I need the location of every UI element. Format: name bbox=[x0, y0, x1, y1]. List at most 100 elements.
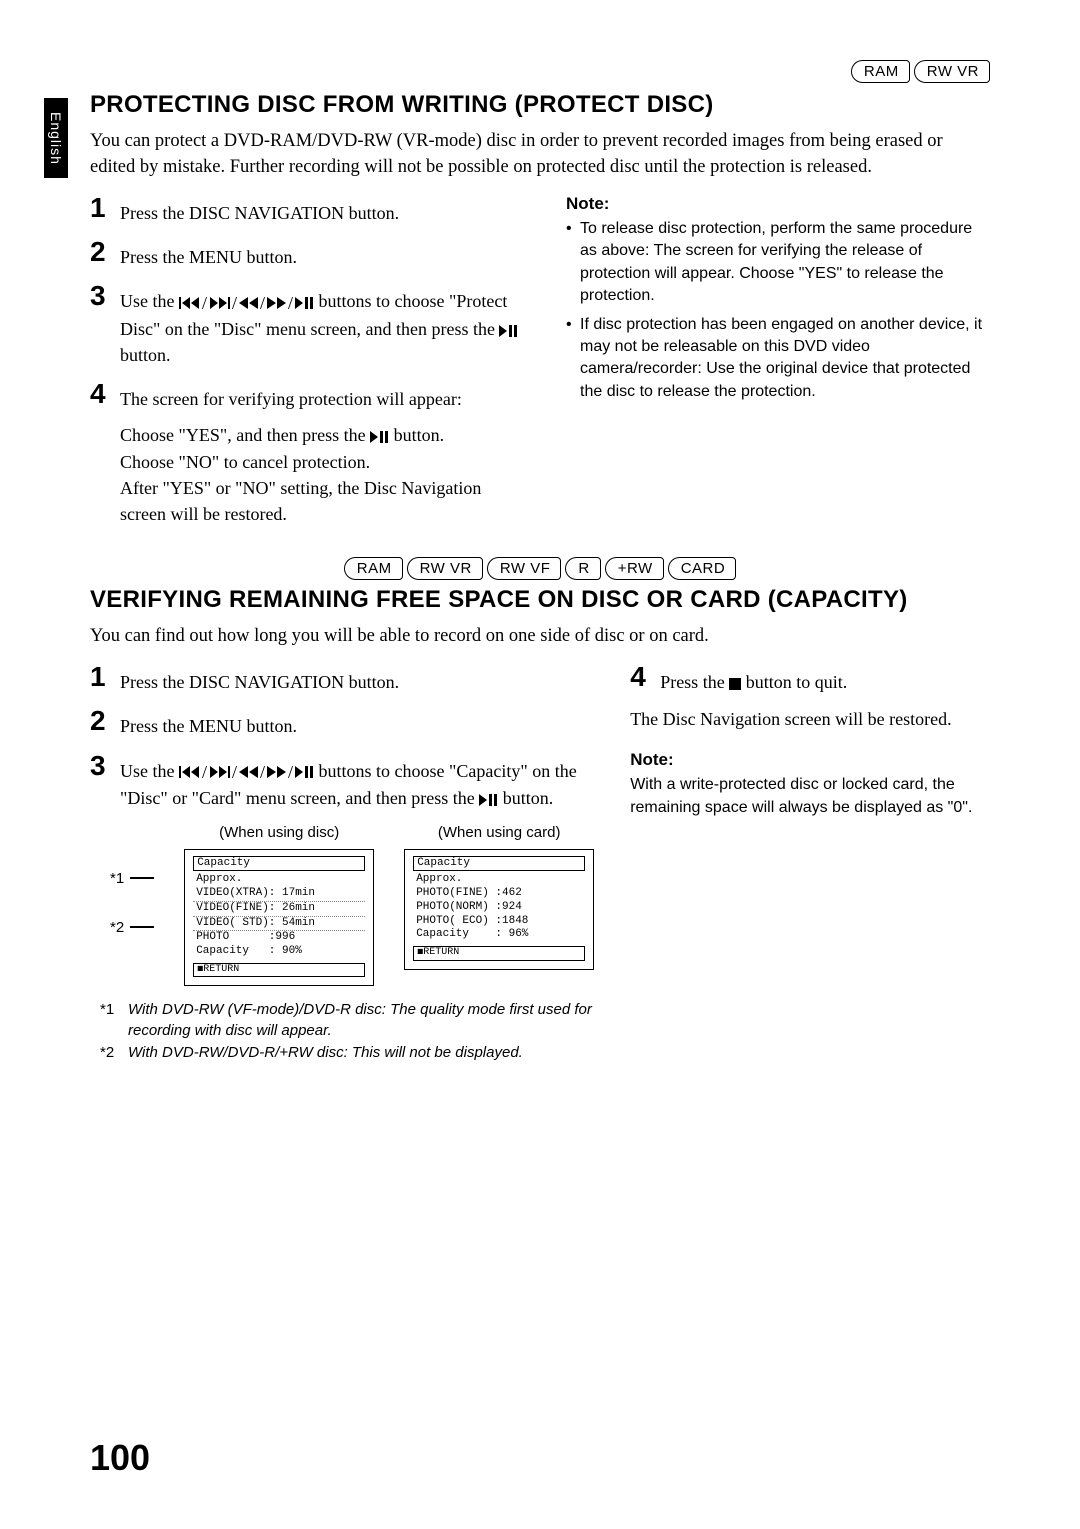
footnote-text: With DVD-RW/DVD-R/+RW disc: This will no… bbox=[128, 1043, 523, 1063]
page-number: 100 bbox=[90, 1437, 150, 1479]
section2-intro: You can find out how long you will be ab… bbox=[90, 624, 990, 650]
badge-r: R bbox=[565, 557, 600, 580]
fast-forward-icon bbox=[267, 297, 286, 309]
shot-box-card: Capacity Approx. PHOTO(FINE) :462 PHOTO(… bbox=[404, 849, 594, 970]
shot-return: ◼RETURN bbox=[413, 946, 585, 961]
callout-column: *1 *2 bbox=[110, 824, 154, 936]
step-number: 4 bbox=[90, 380, 114, 408]
step-2: 2 Press the MENU button. bbox=[90, 238, 530, 270]
callout-2: *2 bbox=[110, 919, 124, 936]
footnotes: *1With DVD-RW (VF-mode)/DVD-R disc: The … bbox=[100, 1000, 594, 1063]
badge-plus-rw: +RW bbox=[605, 557, 664, 580]
play-pause-icon bbox=[370, 431, 389, 443]
section1-intro: You can protect a DVD-RAM/DVD-RW (VR-mod… bbox=[90, 129, 990, 180]
step-number: 3 bbox=[90, 752, 114, 780]
rewind-icon bbox=[239, 297, 258, 309]
step-text: Press the DISC NAVIGATION button. bbox=[120, 663, 399, 695]
note-item: To release disc protection, perform the … bbox=[566, 218, 990, 308]
step-text: Press the button to quit. bbox=[660, 663, 847, 695]
step-text: Press the DISC NAVIGATION button. bbox=[120, 194, 399, 226]
footnote-tag: *1 bbox=[100, 1000, 122, 1041]
step-text-pre: Press the bbox=[660, 672, 729, 692]
step-4: 4 Press the button to quit. bbox=[630, 663, 990, 695]
step-3: 3 Use the //// buttons to choose "Capaci… bbox=[90, 752, 594, 812]
next-track-icon bbox=[209, 297, 230, 309]
step-text-pre: Use the bbox=[120, 761, 179, 781]
section1-badges: RAM RW VR bbox=[90, 60, 990, 83]
shot-line: PHOTO(FINE) :462 bbox=[413, 887, 585, 901]
screenshot-row: *1 *2 (When using disc) Capacity Approx.… bbox=[110, 824, 594, 987]
note-text: With a write-protected disc or locked ca… bbox=[630, 774, 990, 819]
screenshot-disc: (When using disc) Capacity Approx. VIDEO… bbox=[184, 824, 374, 987]
shot-line: PHOTO(NORM) :924 bbox=[413, 901, 585, 915]
rewind-icon bbox=[239, 766, 258, 778]
step-text-post: button. bbox=[120, 345, 171, 365]
footnote-tag: *2 bbox=[100, 1043, 122, 1063]
step-sub-pre: Choose "YES", and then press the bbox=[120, 425, 370, 445]
prev-track-icon bbox=[179, 297, 200, 309]
shot-line: PHOTO( ECO) :1848 bbox=[413, 915, 585, 929]
step-4: 4 The screen for verifying protection wi… bbox=[90, 380, 530, 526]
step-text-post: button. bbox=[503, 788, 554, 808]
shot-box-disc: Capacity Approx. VIDEO(XTRA): 17min VIDE… bbox=[184, 849, 374, 987]
step-text: Press the MENU button. bbox=[120, 707, 297, 739]
prev-track-icon bbox=[179, 766, 200, 778]
footnote-text: With DVD-RW (VF-mode)/DVD-R disc: The qu… bbox=[128, 1000, 594, 1041]
step-text: Use the //// buttons to choose "Capacity… bbox=[120, 752, 594, 812]
screenshot-card: (When using card) Capacity Approx. PHOTO… bbox=[404, 824, 594, 970]
step-3: 3 Use the //// buttons to choose "Protec… bbox=[90, 282, 530, 368]
shot-line: Capacity : 90% bbox=[193, 945, 365, 959]
step-text: The screen for verifying protection will… bbox=[120, 380, 530, 526]
step-number: 1 bbox=[90, 194, 114, 222]
section2-badges: RAM RW VR RW VF R +RW CARD bbox=[90, 557, 990, 580]
note-label: Note: bbox=[566, 194, 990, 214]
badge-ram: RAM bbox=[851, 60, 910, 83]
step-number: 3 bbox=[90, 282, 114, 310]
step-number: 2 bbox=[90, 238, 114, 266]
note-list: To release disc protection, perform the … bbox=[566, 218, 990, 403]
shot-line: Approx. bbox=[413, 873, 585, 887]
step-text: Use the //// buttons to choose "Protect … bbox=[120, 282, 530, 368]
stop-icon bbox=[729, 678, 741, 690]
step-number: 1 bbox=[90, 663, 114, 691]
shot-line: Approx. bbox=[193, 873, 365, 887]
shot-line: VIDEO(XTRA): 17min bbox=[193, 887, 365, 902]
badge-ram: RAM bbox=[344, 557, 403, 580]
shot-title: Capacity bbox=[413, 856, 585, 872]
shot-line: PHOTO :996 bbox=[193, 931, 365, 945]
play-pause-icon bbox=[499, 325, 518, 337]
note-label: Note: bbox=[630, 750, 990, 770]
badge-card: CARD bbox=[668, 557, 737, 580]
section2-after: The Disc Navigation screen will be resto… bbox=[630, 707, 990, 732]
badge-rwvr: RW VR bbox=[914, 60, 990, 83]
play-pause-icon bbox=[295, 297, 314, 309]
shot-line: Capacity : 96% bbox=[413, 928, 585, 942]
step-1: 1 Press the DISC NAVIGATION button. bbox=[90, 663, 594, 695]
note-item: If disc protection has been engaged on a… bbox=[566, 314, 990, 404]
nav-buttons-icon-group: //// bbox=[179, 759, 314, 785]
fast-forward-icon bbox=[267, 766, 286, 778]
step-text-pre: Use the bbox=[120, 291, 179, 311]
step-text: Press the MENU button. bbox=[120, 238, 297, 270]
shot-label-disc: (When using disc) bbox=[219, 824, 339, 841]
play-pause-icon bbox=[295, 766, 314, 778]
section1-title: PROTECTING DISC FROM WRITING (PROTECT DI… bbox=[90, 91, 990, 119]
shot-label-card: (When using card) bbox=[438, 824, 561, 841]
shot-line: VIDEO(FINE): 26min bbox=[193, 902, 365, 917]
badge-rwvr: RW VR bbox=[407, 557, 483, 580]
step-1: 1 Press the DISC NAVIGATION button. bbox=[90, 194, 530, 226]
shot-return: ◼RETURN bbox=[193, 963, 365, 978]
nav-buttons-icon-group: //// bbox=[179, 290, 314, 316]
step-number: 4 bbox=[630, 663, 654, 691]
badge-rwvf: RW VF bbox=[487, 557, 562, 580]
language-tab: English bbox=[44, 98, 68, 178]
step-number: 2 bbox=[90, 707, 114, 735]
step-text-main: The screen for verifying protection will… bbox=[120, 389, 462, 409]
step-text-post: button to quit. bbox=[746, 672, 848, 692]
section2-title: VERIFYING REMAINING FREE SPACE ON DISC O… bbox=[90, 586, 990, 614]
next-track-icon bbox=[209, 766, 230, 778]
callout-1: *1 bbox=[110, 870, 124, 887]
step-2: 2 Press the MENU button. bbox=[90, 707, 594, 739]
shot-line: VIDEO( STD): 54min bbox=[193, 917, 365, 932]
shot-title: Capacity bbox=[193, 856, 365, 872]
